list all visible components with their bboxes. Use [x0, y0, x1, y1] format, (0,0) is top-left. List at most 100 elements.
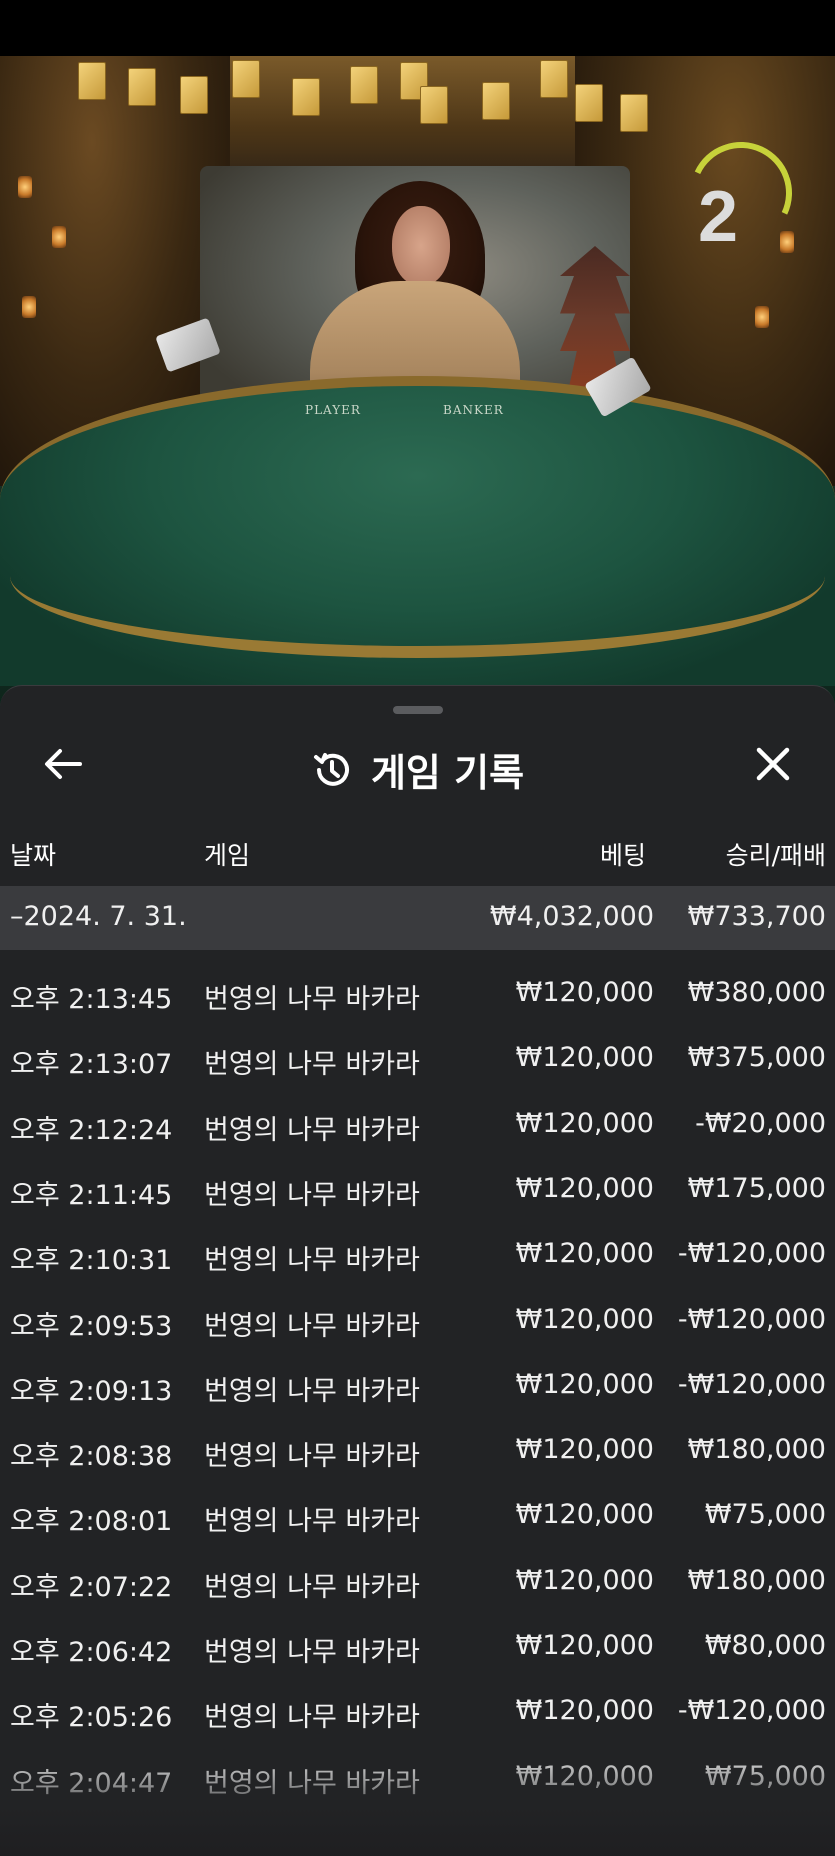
close-icon — [756, 747, 790, 781]
column-header-bet: 베팅 — [599, 841, 646, 870]
close-button[interactable] — [751, 742, 795, 786]
summary-date: –2024. 7. 31. — [10, 901, 187, 932]
row-time: 오후 2:13:07 — [10, 1049, 173, 1081]
hanging-card-decoration — [575, 84, 603, 122]
history-row[interactable]: 오후 2:04:47 번영의 나무 바카라 ₩120,000 ₩75,000 — [0, 1751, 835, 1816]
row-game: 번영의 나무 바카라 — [204, 1114, 420, 1146]
row-game: 번영의 나무 바카라 — [204, 1702, 420, 1734]
history-row[interactable]: 오후 2:10:31 번영의 나무 바카라 ₩120,000 -₩120,000 — [0, 1228, 835, 1293]
row-result: ₩75,000 — [704, 1499, 826, 1531]
history-row[interactable]: 오후 2:13:45 번영의 나무 바카라 ₩120,000 ₩380,000 — [0, 967, 835, 1032]
hanging-card-decoration — [128, 68, 156, 106]
row-result: ₩75,000 — [704, 1760, 826, 1792]
row-bet: ₩120,000 — [515, 1434, 654, 1466]
hanging-card-decoration — [180, 76, 208, 114]
hanging-card-decoration — [350, 66, 378, 104]
row-bet: ₩120,000 — [515, 1630, 654, 1661]
row-time: 오후 2:08:38 — [10, 1441, 173, 1473]
column-header-date: 날짜 — [10, 841, 57, 870]
countdown-timer: 2 — [698, 177, 739, 257]
history-row[interactable]: 오후 2:09:53 번영의 나무 바카라 ₩120,000 -₩120,000 — [0, 1294, 835, 1359]
row-result: ₩180,000 — [687, 1434, 826, 1466]
app-root: PLAYER BANKER 2 게임 기록 날짜 게임 베팅 승리/패배 –20… — [0, 0, 835, 1856]
row-time: 오후 2:05:26 — [10, 1702, 173, 1734]
hanging-card-decoration — [420, 86, 448, 124]
row-game: 번영의 나무 바카라 — [204, 1571, 420, 1603]
row-bet: ₩120,000 — [515, 977, 654, 1008]
row-game: 번영의 나무 바카라 — [204, 1506, 420, 1538]
row-game: 번영의 나무 바카라 — [204, 1179, 420, 1211]
hanging-card-decoration — [482, 82, 510, 120]
history-row[interactable]: 오후 2:05:26 번영의 나무 바카라 ₩120,000 -₩120,000 — [0, 1685, 835, 1750]
hanging-card-decoration — [620, 94, 648, 132]
column-header-result: 승리/패배 — [725, 841, 826, 870]
history-row[interactable]: 오후 2:13:07 번영의 나무 바카라 ₩120,000 ₩375,000 — [0, 1032, 835, 1097]
row-bet: ₩120,000 — [515, 1695, 654, 1727]
lantern-light — [780, 231, 794, 253]
row-result: ₩80,000 — [704, 1630, 826, 1661]
lantern-light — [22, 296, 36, 318]
history-row[interactable]: 오후 2:06:42 번영의 나무 바카라 ₩120,000 ₩80,000 — [0, 1620, 835, 1685]
lantern-light — [52, 226, 66, 248]
row-game: 번영의 나무 바카라 — [204, 1049, 420, 1081]
game-history-panel: 게임 기록 날짜 게임 베팅 승리/패배 –2024. 7. 31. ₩4,03… — [0, 685, 835, 1856]
row-bet: ₩120,000 — [515, 1368, 654, 1400]
history-row[interactable]: 오후 2:11:45 번영의 나무 바카라 ₩120,000 ₩175,000 — [0, 1163, 835, 1228]
row-result: ₩180,000 — [687, 1564, 826, 1596]
row-time: 오후 2:12:24 — [10, 1114, 173, 1146]
row-bet: ₩120,000 — [515, 1042, 654, 1074]
hanging-card-decoration — [232, 60, 260, 98]
row-result: -₩120,000 — [677, 1695, 826, 1727]
row-bet: ₩120,000 — [515, 1107, 654, 1139]
row-time: 오후 2:08:01 — [10, 1506, 173, 1538]
row-result: -₩120,000 — [677, 1238, 826, 1270]
row-game: 번영의 나무 바카라 — [204, 1637, 420, 1668]
row-bet: ₩120,000 — [515, 1303, 654, 1335]
summary-result: ₩733,700 — [687, 901, 826, 932]
row-time: 오후 2:09:53 — [10, 1310, 173, 1342]
row-bet: ₩120,000 — [515, 1172, 654, 1204]
panel-title-group: 게임 기록 — [0, 742, 835, 797]
hanging-card-decoration — [292, 78, 320, 116]
live-video: PLAYER BANKER 2 — [0, 56, 835, 716]
history-row[interactable]: 오후 2:12:24 번영의 나무 바카라 ₩120,000 -₩20,000 — [0, 1098, 835, 1163]
row-game: 번영의 나무 바카라 — [204, 1375, 420, 1407]
panel-title: 게임 기록 — [370, 751, 525, 795]
row-result: -₩20,000 — [695, 1107, 826, 1139]
row-bet: ₩120,000 — [515, 1760, 654, 1792]
row-time: 오후 2:04:47 — [10, 1767, 173, 1799]
lantern-light — [18, 176, 32, 198]
row-result: -₩120,000 — [677, 1368, 826, 1400]
history-row[interactable]: 오후 2:08:01 번영의 나무 바카라 ₩120,000 ₩75,000 — [0, 1489, 835, 1554]
history-row[interactable]: 오후 2:09:13 번영의 나무 바카라 ₩120,000 -₩120,000 — [0, 1359, 835, 1424]
row-bet: ₩120,000 — [515, 1564, 654, 1596]
row-bet: ₩120,000 — [515, 1499, 654, 1531]
row-bet: ₩120,000 — [515, 1238, 654, 1270]
panel-header: 게임 기록 — [0, 726, 835, 806]
dealer-face — [392, 206, 450, 286]
row-game: 번영의 나무 바카라 — [204, 984, 420, 1015]
row-game: 번영의 나무 바카라 — [204, 1441, 420, 1473]
history-row[interactable]: 오후 2:08:38 번영의 나무 바카라 ₩120,000 ₩180,000 — [0, 1424, 835, 1489]
row-game: 번영의 나무 바카라 — [204, 1767, 420, 1799]
drag-handle[interactable] — [393, 706, 443, 714]
row-result: ₩375,000 — [687, 1042, 826, 1074]
row-result: ₩380,000 — [687, 977, 826, 1008]
row-game: 번영의 나무 바카라 — [204, 1310, 420, 1342]
row-time: 오후 2:06:42 — [10, 1637, 173, 1668]
lantern-light — [755, 306, 769, 328]
date-summary-row[interactable]: –2024. 7. 31. ₩4,032,000 ₩733,700 — [0, 886, 835, 950]
row-time: 오후 2:10:31 — [10, 1245, 173, 1277]
table-player-label: PLAYER — [305, 403, 361, 417]
row-result: ₩175,000 — [687, 1172, 826, 1204]
row-time: 오후 2:07:22 — [10, 1571, 173, 1603]
history-row[interactable]: 오후 2:07:22 번영의 나무 바카라 ₩120,000 ₩180,000 — [0, 1555, 835, 1620]
row-time: 오후 2:09:13 — [10, 1375, 173, 1407]
row-time: 오후 2:13:45 — [10, 984, 173, 1015]
hanging-card-decoration — [78, 62, 106, 100]
column-header-game: 게임 — [204, 841, 251, 870]
history-icon — [313, 752, 349, 786]
hanging-card-decoration — [540, 60, 568, 98]
row-time: 오후 2:11:45 — [10, 1179, 173, 1211]
row-game: 번영의 나무 바카라 — [204, 1245, 420, 1277]
